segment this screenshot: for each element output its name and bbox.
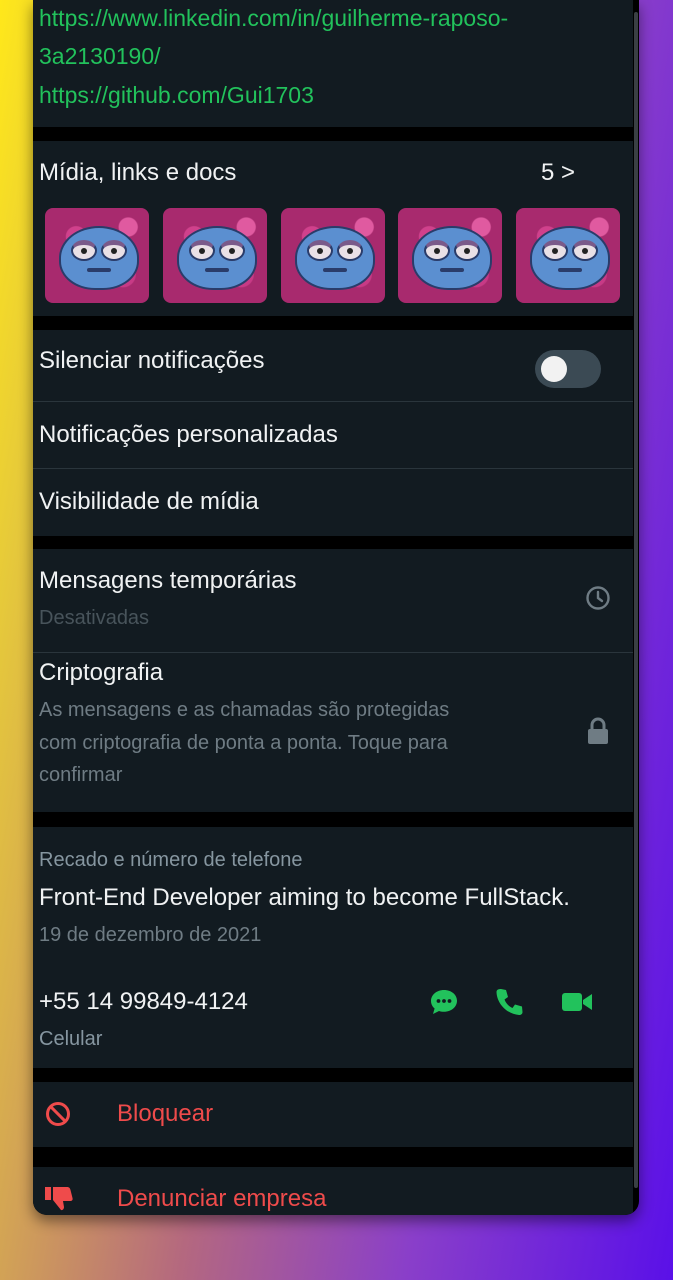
settings-card: Silenciar notificações Notificações pers… (33, 330, 633, 536)
contact-info-screen: https://www.linkedin.com/in/guilherme-ra… (33, 0, 639, 1215)
media-card[interactable]: Mídia, links e docs 5 > (33, 141, 633, 316)
thumbs-down-icon (45, 1187, 73, 1211)
media-thumbnail[interactable] (516, 208, 620, 303)
privacy-card: Mensagens temporárias Desativadas Cripto… (33, 549, 633, 812)
phone-row[interactable]: +55 14 99849-4124 Celular (33, 977, 633, 1067)
message-icon[interactable] (429, 987, 459, 1017)
phone-type: Celular (39, 1028, 103, 1050)
lock-icon (586, 716, 610, 746)
temporary-messages-title: Mensagens temporárias (39, 567, 297, 594)
divider (33, 401, 633, 402)
media-thumbnail[interactable] (281, 208, 385, 303)
block-button[interactable]: Bloquear (117, 1099, 213, 1129)
encryption-item[interactable]: Criptografia As mensagens e as chamadas … (33, 653, 633, 812)
report-card[interactable]: Denunciar empresa (33, 1167, 633, 1215)
encryption-desc-line: com criptografia de ponta a ponta. Toque… (39, 732, 448, 754)
divider (33, 468, 633, 469)
scrollbar[interactable] (634, 12, 638, 1188)
media-thumbnail[interactable] (398, 208, 502, 303)
mute-row[interactable]: Silenciar notificações (33, 330, 633, 401)
status-text: Front-End Developer aiming to become Ful… (39, 884, 570, 911)
status-date: 19 de dezembro de 2021 (39, 924, 262, 946)
temporary-messages-status: Desativadas (39, 607, 150, 629)
encryption-desc-line: As mensagens e as chamadas são protegida… (39, 699, 450, 721)
mute-toggle[interactable] (535, 350, 601, 388)
media-count[interactable]: 5 > (541, 158, 575, 188)
status-phone-card: Recado e número de telefone Front-End De… (33, 827, 633, 1068)
encryption-desc-line: confirmar (39, 764, 123, 786)
report-business-button[interactable]: Denunciar empresa (117, 1184, 326, 1214)
block-card[interactable]: Bloquear (33, 1082, 633, 1147)
custom-notifications-item[interactable]: Notificações personalizadas (39, 420, 338, 450)
encryption-title: Criptografia (39, 659, 164, 686)
timer-icon (585, 585, 611, 611)
media-visibility-item[interactable]: Visibilidade de mídia (39, 487, 259, 517)
media-title: Mídia, links e docs (39, 159, 237, 186)
linkedin-link[interactable]: https://www.linkedin.com/in/guilherme-ra… (39, 0, 508, 37)
temporary-messages-item[interactable]: Mensagens temporárias Desativadas (33, 549, 633, 652)
phone-call-icon[interactable] (495, 987, 523, 1017)
mute-label: Silenciar notificações (39, 347, 265, 374)
status-section-label: Recado e número de telefone (39, 849, 303, 871)
block-icon (45, 1101, 71, 1127)
video-call-icon[interactable] (561, 990, 593, 1014)
phone-number: +55 14 99849-4124 (39, 988, 248, 1015)
media-thumbnail[interactable] (45, 208, 149, 303)
about-card: https://www.linkedin.com/in/guilherme-ra… (33, 0, 633, 127)
media-thumbnail[interactable] (163, 208, 267, 303)
linkedin-link-cont[interactable]: 3a2130190/ (39, 37, 161, 75)
github-link[interactable]: https://github.com/Gui1703 (39, 76, 314, 114)
